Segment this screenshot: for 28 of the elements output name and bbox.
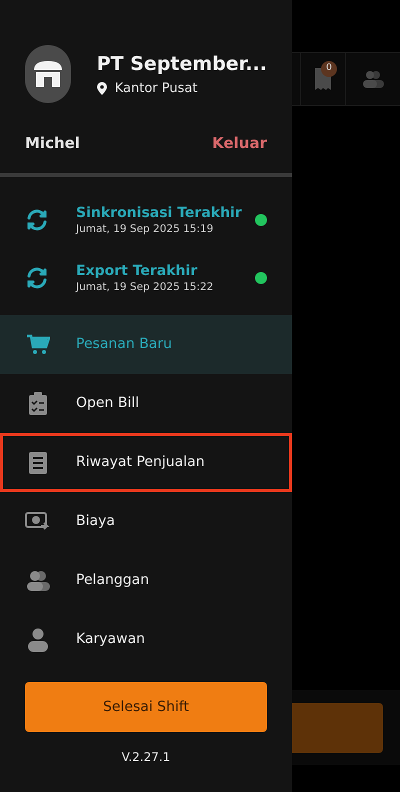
sync-time: Jumat, 19 Sep 2025 15:19	[76, 222, 214, 236]
location-pin-icon	[96, 82, 107, 95]
menu-item[interactable]: Karyawan	[0, 610, 292, 669]
users-icon[interactable]	[362, 70, 384, 88]
menu-item[interactable]: Pelanggan	[0, 551, 292, 610]
logout-link[interactable]: Keluar	[212, 132, 267, 154]
users-icon	[26, 570, 50, 592]
store-icon	[32, 60, 64, 88]
sync-time: Jumat, 19 Sep 2025 15:22	[76, 280, 214, 294]
menu-item[interactable]: Open Bill	[0, 374, 292, 433]
sync-icon	[25, 266, 49, 290]
end-shift-button[interactable]: Selesai Shift	[25, 682, 267, 732]
branch-name: Kantor Pusat	[114, 80, 198, 98]
menu-item[interactable]: Biaya	[0, 492, 292, 551]
menu-item[interactable]: Riwayat Penjualan	[0, 433, 292, 492]
sync-title: Export Terakhir	[76, 262, 198, 280]
clipboard-icon	[28, 392, 48, 416]
company-name: PT September...	[96, 52, 267, 77]
document-icon	[29, 452, 47, 474]
sync-icon	[25, 208, 49, 232]
user-name: Michel	[25, 132, 80, 154]
app-version: V.2.27.1	[120, 749, 172, 766]
menu-item[interactable]: Pesanan Baru	[0, 315, 292, 374]
user-icon	[27, 628, 49, 652]
notification-badge: 0	[321, 61, 337, 77]
money-icon	[25, 512, 51, 532]
sync-title: Sinkronisasi Terakhir	[76, 204, 243, 222]
cart-icon	[26, 334, 50, 356]
